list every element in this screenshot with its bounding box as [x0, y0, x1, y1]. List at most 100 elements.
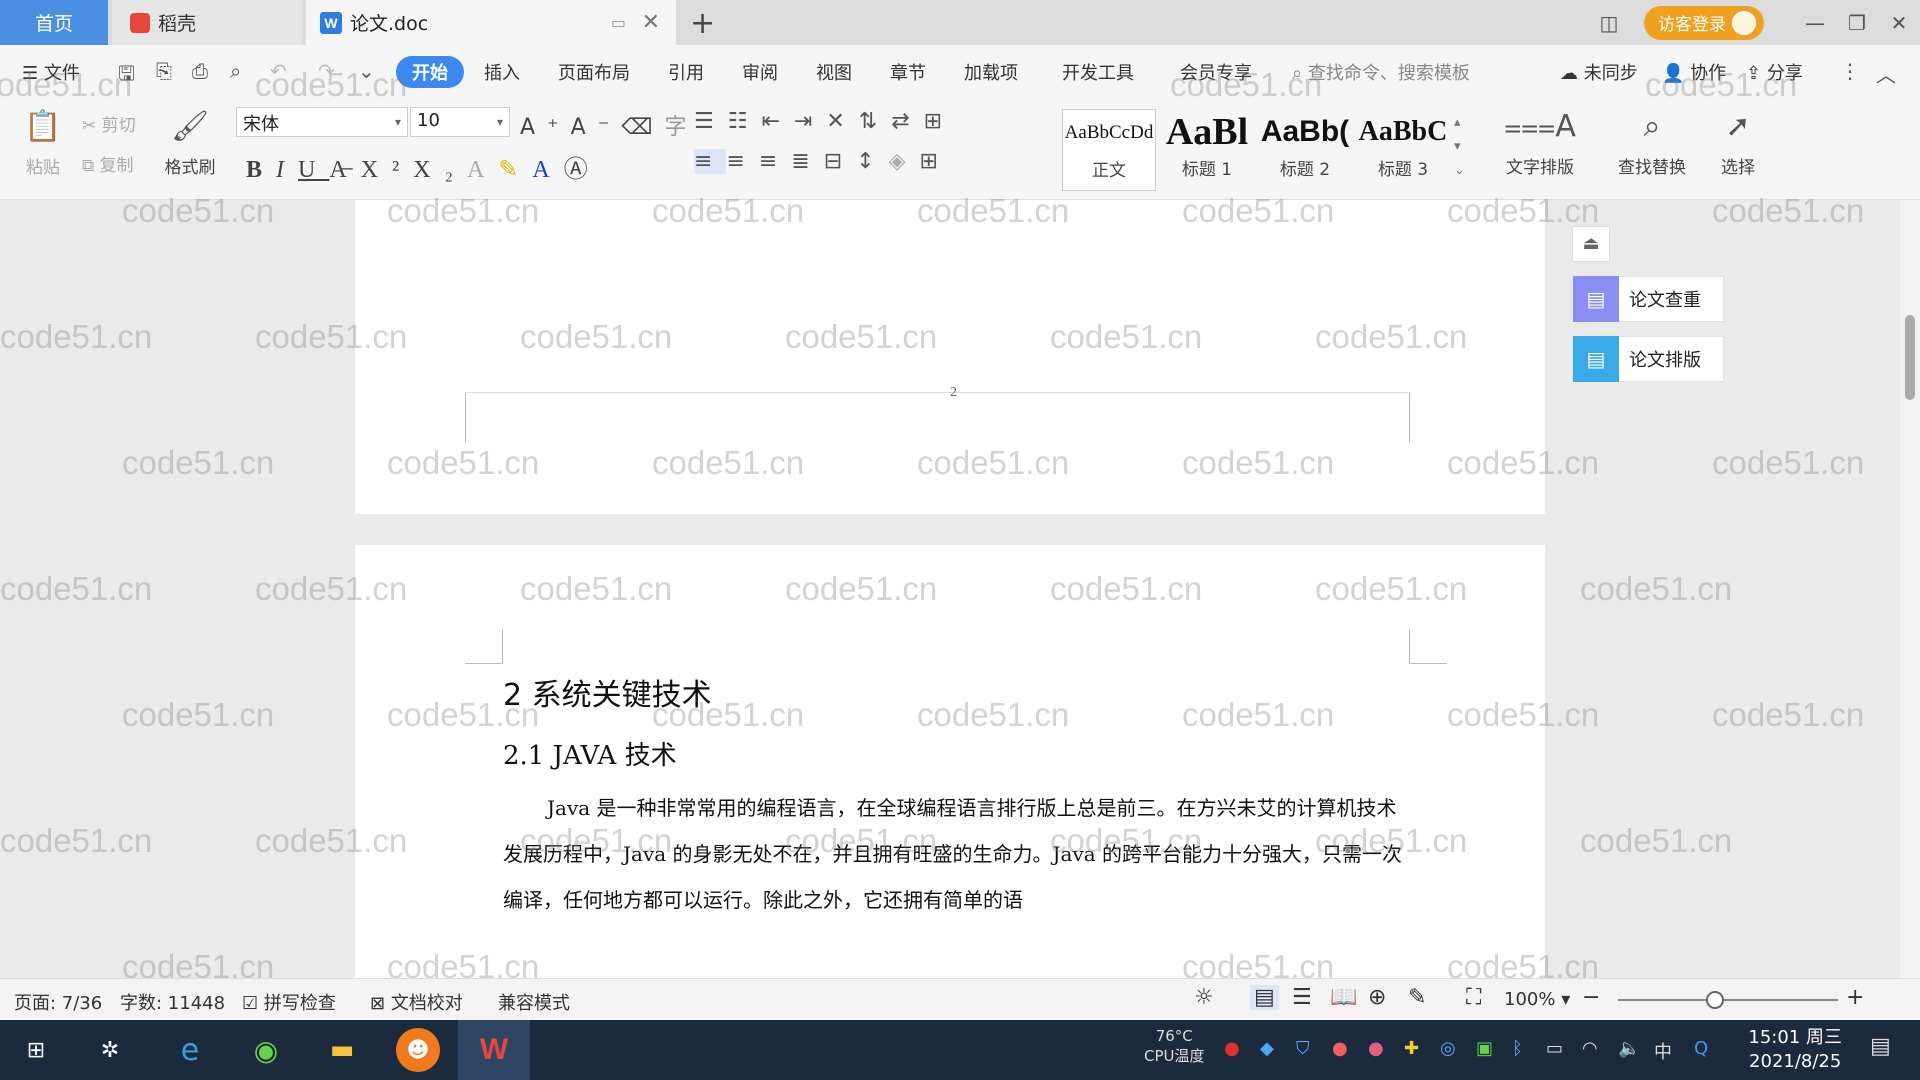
sync-status[interactable]: ☁ 未同步	[1560, 59, 1638, 85]
align-center-icon[interactable]: ≡	[726, 149, 758, 174]
collapse-ribbon-icon[interactable]: ︿	[1876, 59, 1896, 88]
tab-member[interactable]: 会员专享	[1180, 59, 1252, 85]
borders-icon[interactable]: ⊞	[920, 149, 952, 174]
wps-taskbar-item[interactable]: W	[458, 1020, 530, 1080]
tab-view[interactable]: 视图	[816, 59, 852, 85]
file-explorer-icon[interactable]: ▬	[320, 1028, 364, 1072]
browser-360-icon[interactable]: ◉	[244, 1028, 288, 1072]
eject-icon[interactable]: ⏏	[1572, 226, 1610, 262]
italic-icon[interactable]: I	[276, 157, 298, 183]
font-size-select[interactable]: 10 ▾	[410, 107, 510, 137]
fan-app-icon[interactable]: ✲	[88, 1028, 132, 1072]
paper-layout-button[interactable]: ▤ 论文排版	[1572, 336, 1724, 382]
new-tab-button[interactable]: +	[690, 6, 715, 41]
share-button[interactable]: ⇪ 分享	[1746, 59, 1803, 85]
tab-review[interactable]: 审阅	[742, 59, 778, 85]
style-gallery-scroll[interactable]: ▴ ▾ ⌄	[1454, 111, 1465, 183]
print-preview-icon[interactable]: ⌕	[230, 59, 241, 83]
zoom-in-icon[interactable]: +	[1846, 985, 1864, 1010]
tab-references[interactable]: 引用	[668, 59, 704, 85]
subscript-icon[interactable]: X₂	[413, 157, 467, 183]
paste-button[interactable]: 📋 粘贴	[18, 109, 68, 178]
reading-view-icon[interactable]: 📖	[1330, 985, 1357, 1010]
bluetooth-icon[interactable]: ᛒ	[1512, 1038, 1523, 1059]
underline-icon[interactable]: U	[298, 157, 329, 183]
align-left-icon[interactable]: ≡	[694, 149, 727, 174]
eye-protect-icon[interactable]: ☼	[1194, 985, 1214, 1010]
tray-app-icon[interactable]: ✚	[1404, 1038, 1419, 1059]
style-heading3[interactable]: AaBbC 标题 3	[1356, 109, 1450, 180]
heading-2[interactable]: 2.1 JAVA 技术	[503, 735, 677, 772]
font-color-icon[interactable]: A	[532, 157, 563, 183]
copy-button[interactable]: ⧉ 复制	[82, 151, 134, 176]
tab-addins[interactable]: 加载项	[964, 59, 1018, 85]
write-mode-icon[interactable]: ✎	[1408, 985, 1426, 1010]
shrink-font-icon[interactable]: A⁻	[571, 115, 622, 140]
print-icon[interactable]: ⎙	[192, 59, 208, 83]
notification-icon[interactable]: ▤	[1870, 1034, 1891, 1059]
align-right-icon[interactable]: ≡	[759, 149, 791, 174]
heading-1[interactable]: 2 系统关键技术	[503, 670, 712, 714]
justify-icon[interactable]: ≣	[791, 149, 823, 174]
ie-browser-icon[interactable]: e	[168, 1028, 212, 1072]
restore-icon[interactable]: ❐	[1836, 11, 1878, 35]
select-button[interactable]: ➚ 选择	[1708, 109, 1768, 178]
document-page[interactable]: 2	[355, 200, 1545, 514]
tab-stops-icon[interactable]: ⊞	[924, 109, 956, 134]
tray-app-icon[interactable]: ●	[1224, 1038, 1240, 1059]
redo-icon[interactable]: ↷	[318, 59, 335, 83]
tray-app-icon[interactable]: ●	[1332, 1038, 1348, 1059]
body-paragraph[interactable]: Java 是一种非常常用的编程语言，在全球编程语言排行版上总是前三。在方兴未艾的…	[503, 785, 1413, 923]
find-replace-button[interactable]: ⌕ 查找替换	[1604, 109, 1700, 178]
layout-icon[interactable]: ◫	[1588, 11, 1630, 35]
outline-view-icon[interactable]: ☰	[1292, 985, 1312, 1010]
tab-page-layout[interactable]: 页面布局	[558, 59, 630, 85]
grow-font-icon[interactable]: A⁺	[520, 115, 571, 140]
wifi-icon[interactable]: ◠	[1582, 1038, 1598, 1059]
tray-app-icon[interactable]: ◆	[1260, 1038, 1274, 1059]
text-direction-icon[interactable]: ⇄	[891, 109, 923, 134]
game-app-icon[interactable]: ☻	[396, 1028, 440, 1072]
login-button[interactable]: 访客登录	[1644, 5, 1764, 40]
tab-chapter[interactable]: 章节	[890, 59, 926, 85]
tab-home[interactable]: 首页	[0, 0, 108, 45]
tab-developer[interactable]: 开发工具	[1062, 59, 1134, 85]
strikethrough-icon[interactable]: A̶	[329, 157, 360, 183]
nvidia-icon[interactable]: ▣	[1476, 1038, 1493, 1059]
proofread-button[interactable]: ⊠ 文档校对	[370, 989, 463, 1015]
battery-icon[interactable]: ▭	[1546, 1038, 1563, 1059]
windows-start-icon[interactable]: ⊞	[14, 1028, 58, 1072]
undo-icon[interactable]: ↶	[270, 59, 287, 83]
tab-daoke[interactable]: 稻壳	[112, 0, 302, 45]
shading-icon[interactable]: ◈	[889, 149, 920, 174]
command-search[interactable]: ⌕ 查找命令、搜索模板	[1292, 59, 1470, 85]
collaborate-button[interactable]: 👤 协作	[1662, 59, 1726, 85]
tab-insert[interactable]: 插入	[484, 59, 520, 85]
clear-format-icon[interactable]: ⌫	[621, 115, 664, 140]
web-view-icon[interactable]: ⊕	[1368, 985, 1386, 1010]
save-icon[interactable]: 🖫	[118, 59, 135, 93]
qq-tray-icon[interactable]: Q	[1694, 1038, 1708, 1059]
font-name-select[interactable]: 宋体 ▾	[236, 107, 408, 137]
document-page[interactable]: 2 系统关键技术 2.1 JAVA 技术 Java 是一种非常常用的编程语言，在…	[355, 545, 1545, 978]
zoom-level[interactable]: 100% ▾	[1504, 989, 1570, 1010]
file-menu[interactable]: ☰ 文件	[22, 59, 80, 85]
tab-start[interactable]: 开始	[396, 56, 464, 88]
bullet-list-icon[interactable]: ☰	[694, 109, 728, 134]
system-clock[interactable]: 15:01 周三 2021/8/25	[1748, 1026, 1842, 1074]
numbered-list-icon[interactable]: ☷	[728, 109, 762, 134]
close-window-icon[interactable]: ✕	[1878, 11, 1920, 35]
zoom-slider[interactable]	[1618, 999, 1838, 1001]
close-tab-icon[interactable]: ✕	[642, 10, 660, 35]
superscript-icon[interactable]: X²	[361, 157, 414, 183]
fit-page-icon[interactable]: ⛶	[1466, 985, 1481, 1010]
cut-button[interactable]: ✂ 剪切	[82, 111, 136, 136]
scrollbar-thumb[interactable]	[1905, 315, 1915, 400]
zoom-slider-handle[interactable]	[1706, 991, 1724, 1009]
ime-indicator[interactable]: 中	[1654, 1038, 1672, 1064]
style-heading2[interactable]: AaBb(标题 2	[1258, 109, 1352, 180]
more-options-icon[interactable]: ⋮	[1840, 59, 1860, 83]
cpu-temp-widget[interactable]: 76°C CPU温度	[1144, 1026, 1205, 1066]
tray-app-icon[interactable]: ◎	[1440, 1038, 1456, 1059]
zoom-out-icon[interactable]: −	[1582, 985, 1600, 1010]
